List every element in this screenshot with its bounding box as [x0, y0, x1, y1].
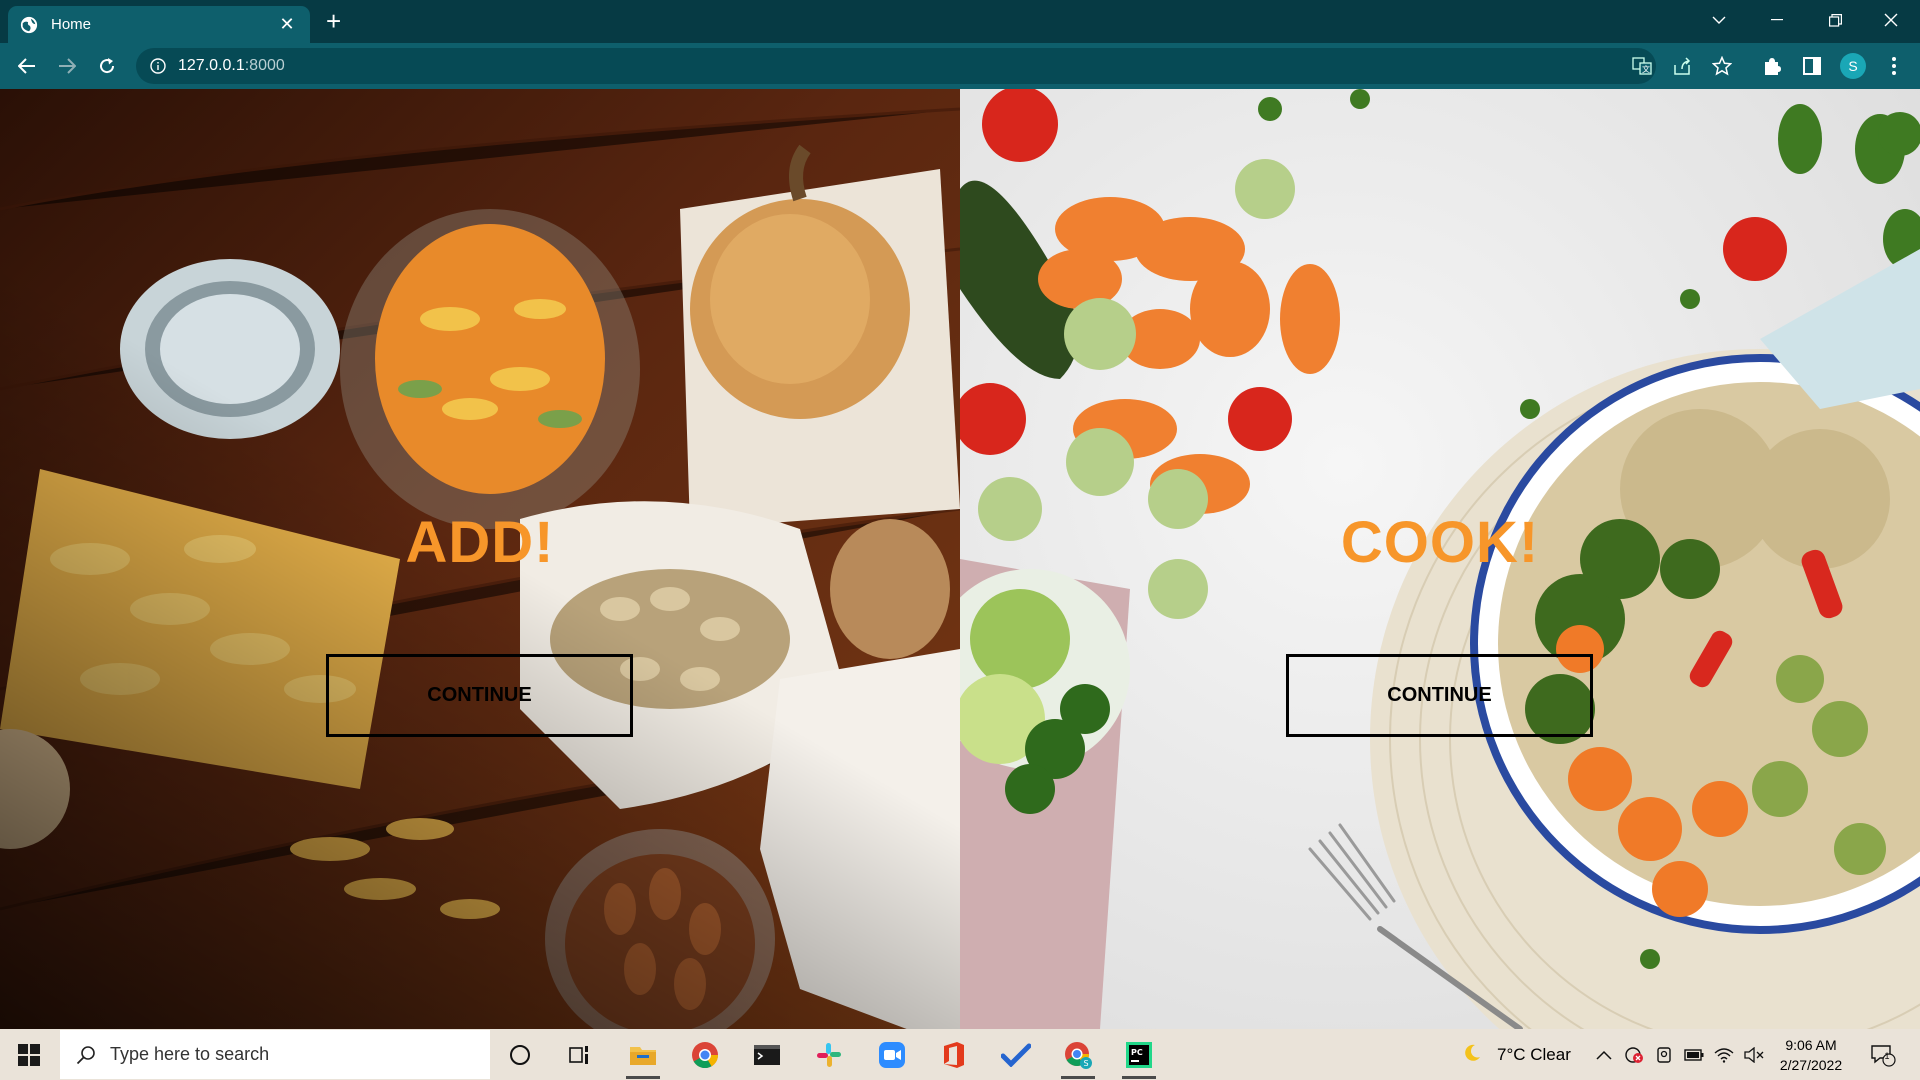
browser-toolbar: 127.0.0.1:8000 文 S: [0, 43, 1920, 89]
extensions-puzzle-icon[interactable]: [1760, 54, 1784, 78]
pycharm-icon[interactable]: PC: [1122, 1038, 1156, 1079]
close-window-button[interactable]: [1862, 0, 1920, 40]
address-bar[interactable]: 127.0.0.1:8000: [136, 48, 1656, 84]
taskbar-clock[interactable]: 9:06 AM 2/27/2022: [1766, 1035, 1856, 1075]
chrome-profile-icon[interactable]: S: [1061, 1038, 1095, 1079]
clock-time: 9:06 AM: [1785, 1037, 1837, 1053]
file-explorer-icon[interactable]: [626, 1038, 660, 1079]
translate-icon[interactable]: 文: [1630, 54, 1654, 78]
url-port: :8000: [244, 57, 285, 74]
cortana-icon[interactable]: [503, 1038, 537, 1072]
active-indicator: [1061, 1076, 1095, 1079]
battery-icon[interactable]: [1684, 1045, 1704, 1065]
wifi-icon[interactable]: [1714, 1045, 1734, 1065]
active-indicator: [1122, 1076, 1156, 1079]
reload-icon[interactable]: [94, 53, 120, 79]
chrome-icon[interactable]: [688, 1038, 722, 1072]
svg-text:PC: PC: [1131, 1048, 1143, 1057]
restore-button[interactable]: [1806, 0, 1864, 40]
close-tab-icon[interactable]: ✕: [276, 14, 298, 35]
kebab-menu-icon[interactable]: [1882, 54, 1906, 78]
cook-continue-button[interactable]: CONTINUE: [1286, 654, 1593, 737]
tab-search-icon[interactable]: [1690, 0, 1748, 40]
slack-icon[interactable]: [812, 1038, 846, 1072]
active-indicator: [626, 1076, 660, 1079]
windows-taskbar: Type here to search S PC 7°C Clear 9:06 …: [0, 1029, 1920, 1080]
volume-muted-icon[interactable]: [1744, 1045, 1764, 1065]
bookmark-star-icon[interactable]: [1710, 54, 1734, 78]
forward-arrow-icon[interactable]: [54, 53, 80, 79]
svg-text:文: 文: [1642, 64, 1650, 74]
search-placeholder: Type here to search: [110, 1044, 270, 1064]
search-icon: [76, 1045, 95, 1064]
task-view-icon[interactable]: [563, 1038, 597, 1072]
share-icon[interactable]: [1670, 54, 1694, 78]
cook-panel: COOK! CONTINUE: [960, 89, 1920, 1029]
weather-moon-icon[interactable]: [1462, 1043, 1482, 1063]
weather-text[interactable]: 7°C Clear: [1497, 1045, 1571, 1065]
add-heading: ADD!: [405, 510, 555, 575]
profile-avatar[interactable]: S: [1840, 53, 1866, 79]
back-arrow-icon[interactable]: [14, 53, 40, 79]
todo-icon[interactable]: [999, 1038, 1033, 1072]
notification-count: 1: [1884, 1051, 1890, 1061]
terminal-icon[interactable]: [750, 1038, 784, 1072]
security-icon[interactable]: [1624, 1045, 1644, 1065]
taskbar-search-box[interactable]: Type here to search: [60, 1030, 490, 1079]
office-icon[interactable]: [937, 1038, 971, 1072]
clock-date: 2/27/2022: [1779, 1057, 1843, 1073]
site-info-icon[interactable]: [150, 58, 166, 74]
add-continue-button[interactable]: CONTINUE: [326, 654, 633, 737]
add-panel: ADD! CONTINUE: [0, 89, 960, 1029]
page-content: ADD! CONTINUE COOK! CONTINUE: [0, 89, 1920, 1029]
meet-now-icon[interactable]: [1654, 1045, 1674, 1065]
chevron-up-icon[interactable]: [1594, 1045, 1614, 1065]
tab-title: Home: [51, 16, 92, 33]
svg-text:S: S: [1084, 1059, 1089, 1068]
windows-start-icon[interactable]: [18, 1044, 40, 1066]
url-host: 127.0.0.1: [178, 57, 245, 74]
new-tab-button[interactable]: +: [326, 7, 341, 35]
minimize-button[interactable]: [1748, 0, 1806, 40]
cook-heading: COOK!: [1340, 510, 1540, 575]
browser-tab-strip: Home ✕ +: [0, 0, 1920, 43]
notifications-icon[interactable]: 1: [1868, 1042, 1898, 1068]
side-panel-icon[interactable]: [1800, 54, 1824, 78]
zoom-icon[interactable]: [875, 1038, 909, 1072]
browser-tab-home[interactable]: Home ✕: [8, 6, 310, 43]
globe-icon: [20, 16, 38, 33]
